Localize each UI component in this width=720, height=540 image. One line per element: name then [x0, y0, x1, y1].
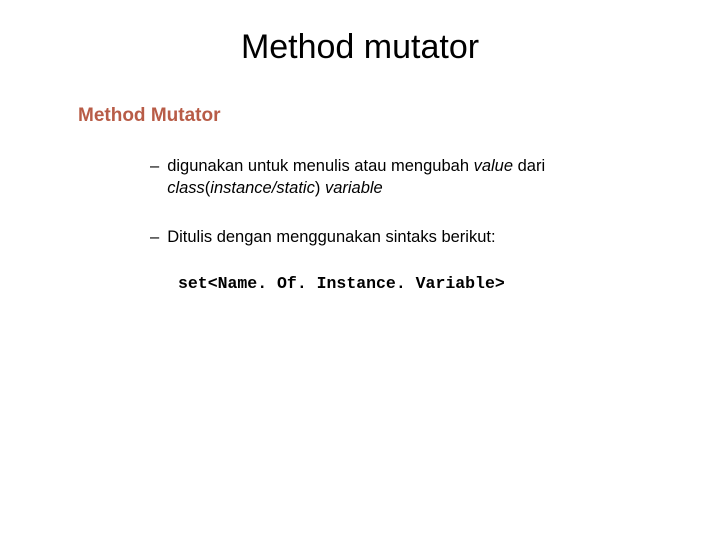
italic-text: value — [474, 157, 518, 175]
code-syntax: set<Name. Of. Instance. Variable> — [178, 274, 660, 293]
page-title: Method mutator — [60, 28, 660, 67]
text-fragment: digunakan untuk menulis atau mengubah — [167, 157, 473, 175]
bullet-text: digunakan untuk menulis atau mengubah va… — [167, 155, 620, 200]
bullet-dash: – — [150, 226, 159, 248]
text-fragment: dari — [518, 157, 546, 175]
bullet-dash: – — [150, 155, 159, 200]
italic-text: class — [167, 179, 205, 197]
italic-text: instance/static — [210, 179, 315, 197]
bullet-list: – digunakan untuk menulis atau mengubah … — [150, 155, 620, 248]
list-item: – Ditulis dengan menggunakan sintaks ber… — [150, 226, 620, 248]
slide: Method mutator Method Mutator – digunaka… — [0, 0, 720, 293]
bullet-text: Ditulis dengan menggunakan sintaks berik… — [167, 226, 620, 248]
subtitle: Method Mutator — [78, 105, 660, 127]
text-fragment: ) — [315, 179, 325, 197]
list-item: – digunakan untuk menulis atau mengubah … — [150, 155, 620, 200]
italic-text: variable — [325, 179, 383, 197]
